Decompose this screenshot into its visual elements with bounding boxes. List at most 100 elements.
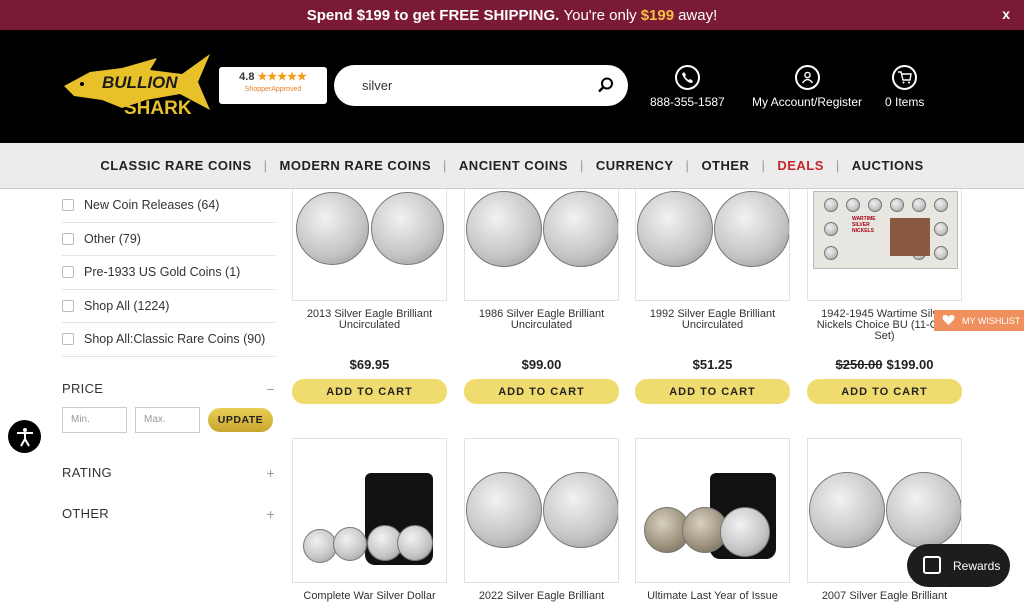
- product-card[interactable]: WARTIME SILVER NICKELS 1942-1945 Wartime…: [807, 189, 962, 404]
- product-price: $51.25: [692, 357, 733, 372]
- cart-count: 0 Items: [885, 95, 925, 109]
- filter-sidebar: New Coin Releases (64) Other (79) Pre-19…: [62, 189, 275, 522]
- add-to-cart-button[interactable]: ADD TO CART: [292, 379, 447, 404]
- product-card[interactable]: Complete War Silver Dollar: [292, 438, 447, 613]
- nav-classic-rare-coins[interactable]: CLASSIC RARE COINS: [88, 158, 263, 173]
- update-button[interactable]: UPDATE: [208, 407, 273, 432]
- rating-filter-header[interactable]: RATING +: [62, 465, 275, 481]
- phone-link[interactable]: 888-355-1587: [650, 65, 725, 109]
- collapse-icon[interactable]: −: [267, 381, 275, 397]
- nav-other[interactable]: OTHER: [689, 158, 761, 173]
- category-label: Shop All (1224): [84, 298, 170, 313]
- shopper-approved-label: ShopperApproved: [244, 86, 302, 93]
- shopper-approved-badge[interactable]: 4.8 ★★★★★ ShopperApproved: [219, 67, 327, 104]
- my-wishlist-button[interactable]: MY WISHLIST: [934, 310, 1024, 331]
- add-to-cart-button[interactable]: ADD TO CART: [635, 379, 790, 404]
- rating-title: RATING: [62, 464, 112, 480]
- category-label: Shop All:Classic Rare Coins (90): [84, 332, 266, 347]
- product-name[interactable]: 2013 Silver Eagle Brilliant Uncirculated: [292, 309, 447, 331]
- product-image[interactable]: WARTIME SILVER NICKELS: [807, 189, 962, 301]
- product-card[interactable]: 2013 Silver Eagle Brilliant Uncirculated…: [292, 189, 447, 404]
- bullion-shark-logo[interactable]: BULLION SHARK: [62, 48, 212, 124]
- checkbox[interactable]: [62, 333, 74, 346]
- checkbox[interactable]: [62, 199, 74, 212]
- checkbox[interactable]: [62, 299, 74, 312]
- price-title: PRICE: [62, 380, 104, 396]
- category-filter[interactable]: Shop All:Classic Rare Coins (90): [62, 323, 275, 357]
- category-filter[interactable]: Other (79): [62, 223, 275, 256]
- category-label: New Coin Releases (64): [84, 198, 220, 213]
- product-card[interactable]: Ultimate Last Year of Issue: [635, 438, 790, 613]
- wartime-set-label: WARTIME SILVER NICKELS: [852, 216, 876, 234]
- accessibility-icon[interactable]: [8, 420, 41, 453]
- promo-amount: $199: [640, 6, 675, 24]
- product-price: $99.00: [521, 357, 562, 372]
- wishlist-label: MY WISHLIST: [962, 315, 1021, 326]
- rating-stars-icon: ★★★★★: [257, 71, 307, 83]
- nav-deals[interactable]: DEALS: [765, 158, 836, 173]
- product-name[interactable]: Ultimate Last Year of Issue: [635, 591, 790, 613]
- product-name[interactable]: 2007 Silver Eagle Brilliant: [807, 591, 962, 613]
- category-filter[interactable]: Shop All (1224): [62, 290, 275, 323]
- price-min-input[interactable]: Min.: [62, 406, 127, 433]
- product-sale-price: $199.00: [886, 357, 934, 372]
- phone-icon: [674, 65, 700, 90]
- add-to-cart-button[interactable]: ADD TO CART: [807, 379, 962, 404]
- promo-end-text: away!: [678, 6, 718, 24]
- rating-score: 4.8: [239, 71, 255, 83]
- promo-main-text: Spend $199 to get FREE SHIPPING.: [306, 6, 560, 24]
- nav-modern-rare-coins[interactable]: MODERN RARE COINS: [268, 158, 444, 173]
- price-max-input[interactable]: Max.: [135, 406, 200, 433]
- category-filter[interactable]: New Coin Releases (64): [62, 189, 275, 223]
- product-name[interactable]: 2022 Silver Eagle Brilliant: [464, 591, 619, 613]
- price-filter-header[interactable]: PRICE −: [62, 381, 275, 397]
- product-image[interactable]: [635, 438, 790, 583]
- cart-icon: [892, 65, 918, 90]
- category-label: Other (79): [84, 231, 141, 246]
- expand-icon[interactable]: +: [267, 506, 275, 522]
- account-label: My Account/Register: [752, 95, 863, 109]
- product-image[interactable]: [292, 438, 447, 583]
- product-name[interactable]: Complete War Silver Dollar: [292, 591, 447, 613]
- category-filter[interactable]: Pre-1933 US Gold Coins (1): [62, 256, 275, 290]
- checkbox[interactable]: [62, 266, 74, 279]
- main-nav: CLASSIC RARE COINS | MODERN RARE COINS | A…: [0, 143, 1024, 189]
- search-input[interactable]: silver: [334, 65, 628, 106]
- nav-auctions[interactable]: AUCTIONS: [840, 158, 936, 173]
- svg-text:BULLION: BULLION: [102, 73, 178, 92]
- account-link[interactable]: My Account/Register: [752, 65, 862, 109]
- product-image[interactable]: [464, 438, 619, 583]
- product-image[interactable]: [464, 189, 619, 301]
- add-to-cart-button[interactable]: ADD TO CART: [464, 379, 619, 404]
- nav-ancient-coins[interactable]: ANCIENT COINS: [447, 158, 580, 173]
- heart-icon: [942, 315, 955, 325]
- product-card[interactable]: 1992 Silver Eagle Brilliant Uncirculated…: [635, 189, 790, 404]
- product-old-price: $250.00: [835, 357, 883, 372]
- product-image[interactable]: [635, 189, 790, 301]
- nav-currency[interactable]: CURRENCY: [584, 158, 686, 173]
- product-card[interactable]: 2022 Silver Eagle Brilliant: [464, 438, 619, 613]
- phone-number: 888-355-1587: [650, 95, 725, 109]
- rewards-button[interactable]: Rewards: [907, 544, 1010, 587]
- product-name[interactable]: 1986 Silver Eagle Brilliant Uncirculated: [464, 309, 619, 331]
- svg-text:SHARK: SHARK: [124, 98, 192, 119]
- promo-banner: Spend $199 to get FREE SHIPPING. You're …: [0, 0, 1024, 30]
- category-label: Pre-1933 US Gold Coins (1): [84, 265, 241, 280]
- promo-close-button[interactable]: x: [1002, 6, 1010, 22]
- cart-link[interactable]: 0 Items: [885, 65, 924, 109]
- site-header: BULLION SHARK 4.8 ★★★★★ ShopperApproved …: [0, 30, 1024, 143]
- rewards-label: Rewards: [953, 558, 1001, 573]
- other-title: OTHER: [62, 505, 109, 521]
- product-image[interactable]: [292, 189, 447, 301]
- gift-icon: [923, 556, 941, 574]
- product-price: $250.00 $199.00: [807, 357, 962, 372]
- expand-icon[interactable]: +: [267, 465, 275, 481]
- product-card[interactable]: 1986 Silver Eagle Brilliant Uncirculated…: [464, 189, 619, 404]
- search-icon[interactable]: [598, 77, 614, 93]
- product-price: $69.95: [349, 357, 390, 372]
- search-value: silver: [362, 78, 393, 93]
- checkbox[interactable]: [62, 232, 74, 245]
- other-filter-header[interactable]: OTHER +: [62, 506, 275, 522]
- user-icon: [794, 65, 820, 90]
- product-name[interactable]: 1992 Silver Eagle Brilliant Uncirculated: [635, 309, 790, 331]
